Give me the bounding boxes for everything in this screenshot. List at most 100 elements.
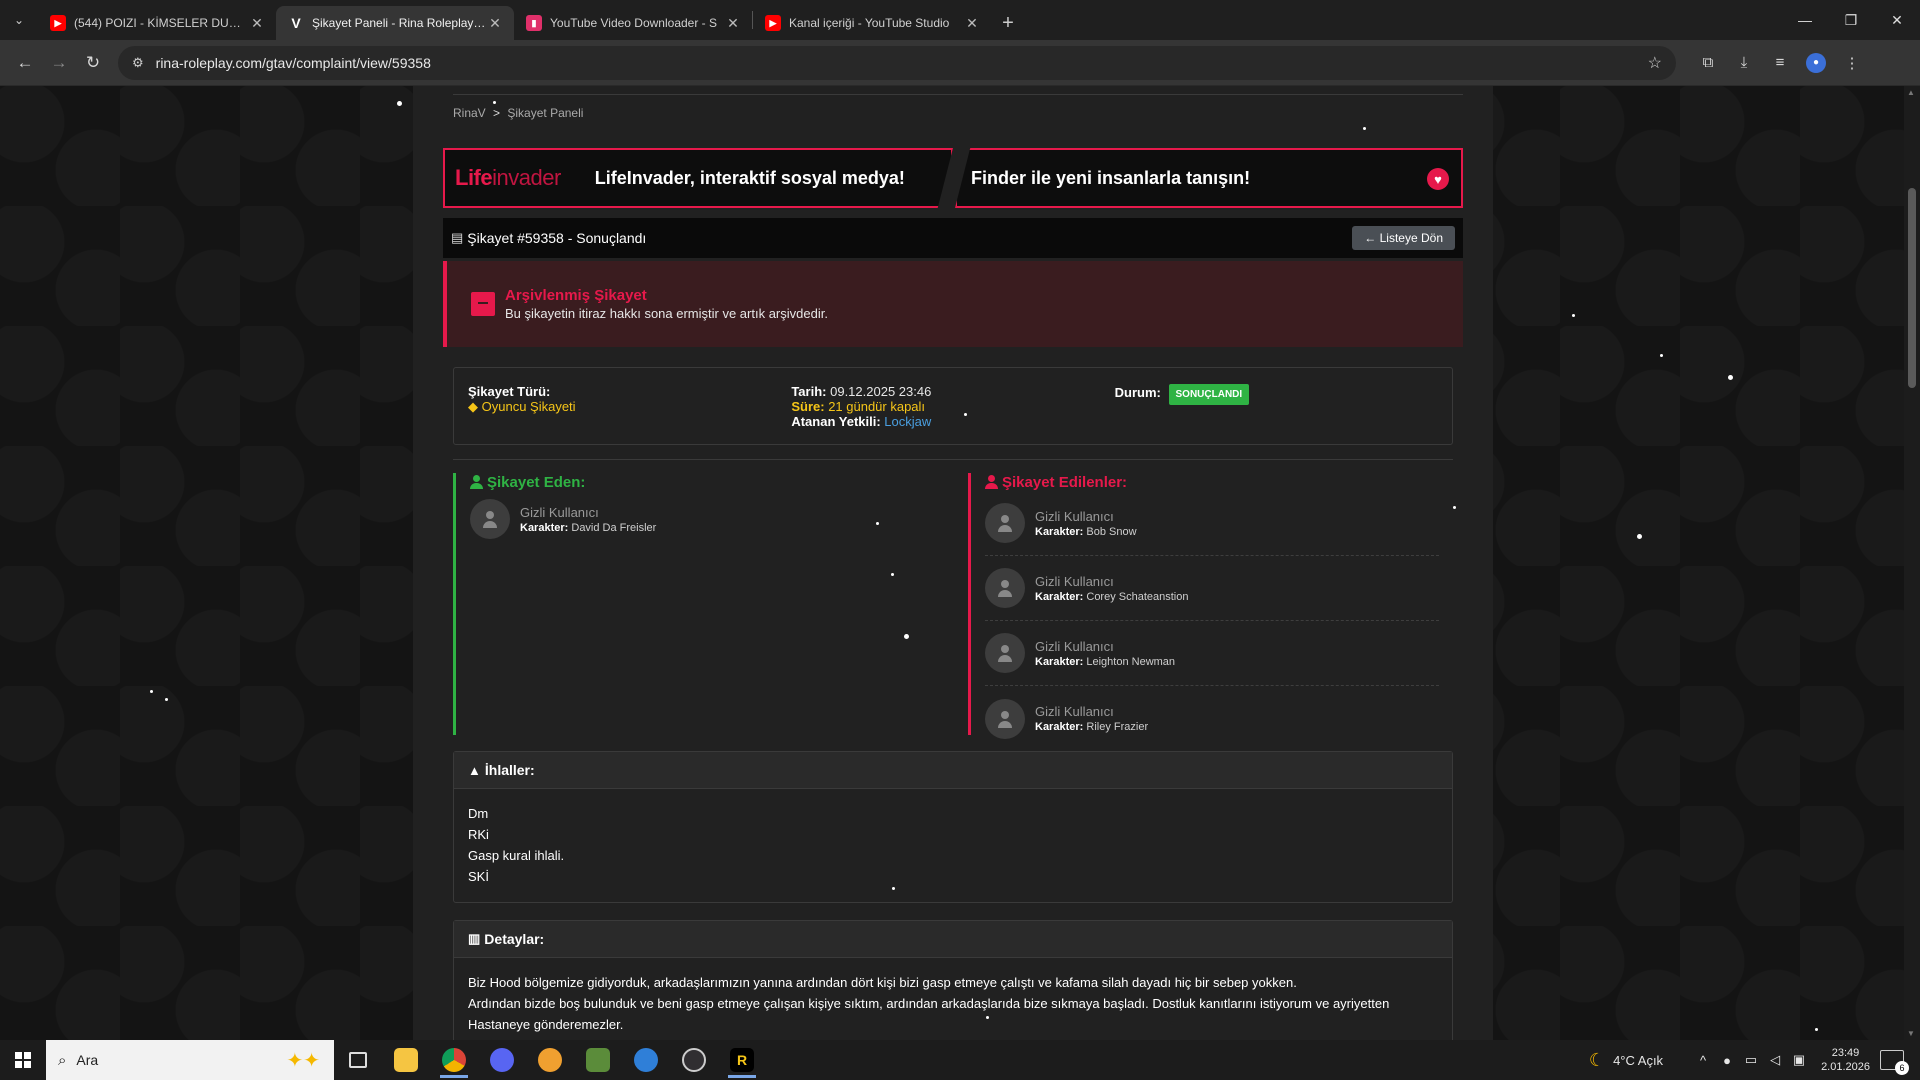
details-text: Biz Hood bölgemize gidiyorduk, arkadaşla… — [454, 958, 1452, 1040]
chat-app-icon[interactable] — [526, 1040, 574, 1080]
lifeinvader-ad-banner[interactable]: Lifeinvader LifeInvader, interaktif sosy… — [443, 148, 1463, 208]
banner-right[interactable]: Finder ile yeni insanlarla tanışın! ♥ — [955, 148, 1463, 208]
user-name: Gizli Kullanıcı — [520, 504, 599, 520]
obs-icon[interactable] — [670, 1040, 718, 1080]
user-name: Gizli Kullanıcı — [1035, 704, 1114, 719]
accused-heading: Şikayet Edilenler: — [985, 473, 1439, 491]
user-icon — [470, 475, 483, 489]
back-arrow-icon[interactable]: ← — [8, 46, 42, 80]
character-name: David Da Freisler — [571, 521, 657, 534]
user-x-icon — [985, 475, 998, 489]
download-icon[interactable]: ⤓ — [1726, 46, 1762, 80]
weather-widget[interactable]: ☾ 4°C Açık — [1589, 1050, 1663, 1071]
network-icon[interactable]: ▭ — [1739, 1052, 1763, 1068]
assigned-staff-link[interactable]: Lockjaw — [884, 414, 931, 429]
tab-title: Kanal içeriği - YouTube Studio — [789, 16, 950, 30]
menu-kebab-icon[interactable]: ⋮ — [1834, 46, 1870, 80]
close-tab-icon[interactable]: ✕ — [724, 15, 742, 32]
clock-date: 2.01.2026 — [1821, 1061, 1870, 1073]
scrollbar-thumb[interactable] — [1908, 188, 1916, 388]
media-control-icon[interactable]: ≡ — [1762, 46, 1798, 80]
rockstar-launcher-icon[interactable]: R — [718, 1040, 766, 1080]
url-text[interactable]: rina-roleplay.com/gtav/complaint/view/59… — [156, 55, 1648, 71]
date-label: Tarih: — [791, 384, 827, 399]
task-view-icon[interactable] — [334, 1040, 382, 1080]
snowflake-decoration — [1453, 506, 1456, 509]
user-name: Gizli Kullanıcı — [1035, 638, 1114, 654]
warning-icon: ▲ — [468, 762, 481, 778]
snowflake-decoration — [493, 101, 496, 104]
back-to-list-button[interactable]: ← Listeye Dön — [1352, 226, 1455, 250]
new-tab-plus-icon[interactable]: + — [991, 6, 1025, 40]
violation-item: SKİ — [468, 869, 489, 884]
launcher-icon[interactable] — [622, 1040, 670, 1080]
page-scrollbar[interactable]: ▲ ▼ — [1904, 86, 1920, 1040]
reload-icon[interactable]: ↻ — [76, 46, 110, 80]
character-name: Corey Schateanstion — [1086, 590, 1189, 603]
type-label: Şikayet Türü: — [468, 384, 551, 399]
scroll-down-icon[interactable]: ▼ — [1907, 1029, 1915, 1038]
sparkle-icon: ✦✦ — [286, 1050, 320, 1072]
browser-tab-2[interactable]: V Şikayet Paneli - Rina Roleplay G ✕ — [276, 6, 514, 40]
complainant-user: Gizli Kullanıcı Karakter: David Da Freis… — [470, 491, 939, 547]
snowflake-decoration — [1572, 314, 1575, 317]
bookmark-star-icon[interactable]: ☆ — [1648, 53, 1662, 73]
tab-title: YouTube Video Downloader - S — [550, 16, 718, 30]
complainant-section: Şikayet Eden: Gizli Kullanıcı Karakter: … — [453, 473, 953, 735]
banner-text-left: LifeInvader, interaktif sosyal medya! — [594, 167, 905, 188]
scroll-up-icon[interactable]: ▲ — [1907, 88, 1915, 97]
character-name: Riley Frazier — [1086, 721, 1149, 733]
breadcrumb-root-link[interactable]: RinaV — [453, 106, 486, 120]
close-window-icon[interactable]: ✕ — [1874, 0, 1920, 40]
breadcrumb-current[interactable]: Şikayet Paneli — [507, 106, 583, 120]
close-tab-icon[interactable]: ✕ — [963, 15, 981, 32]
violation-item: RKi — [468, 827, 489, 842]
details-heading: ▥ Detaylar: — [454, 921, 1452, 958]
tab-title: (544) POIZI - KİMSELER DUYMA — [74, 16, 248, 30]
clock[interactable]: 23:49 2.01.2026 — [1821, 1046, 1870, 1074]
browser-tab-3[interactable]: ▮ YouTube Video Downloader - S ✕ — [514, 6, 752, 40]
user-name: Gizli Kullanıcı — [1035, 573, 1114, 589]
user-name: Gizli Kullanıcı — [1035, 508, 1114, 524]
youtube-icon: ▶ — [50, 15, 66, 31]
forward-arrow-icon[interactable]: → — [42, 46, 76, 80]
archived-alert: Arşivlenmiş Şikayet Bu şikayetin itiraz … — [443, 261, 1463, 347]
avatar — [985, 568, 1025, 608]
minecraft-icon[interactable] — [574, 1040, 622, 1080]
close-tab-icon[interactable]: ✕ — [248, 15, 266, 32]
browser-toolbar: ← → ↻ ⚙ rina-roleplay.com/gtav/complaint… — [0, 40, 1920, 86]
site-settings-icon[interactable]: ⚙ — [132, 55, 144, 71]
accused-user: Gizli Kullanıcı Karakter: Corey Schatean… — [985, 556, 1439, 621]
browser-tab-strip: ⌄ ▶ (544) POIZI - KİMSELER DUYMA ✕ V Şik… — [0, 0, 1920, 40]
browser-tab-1[interactable]: ▶ (544) POIZI - KİMSELER DUYMA ✕ — [38, 6, 276, 40]
divider — [453, 94, 1463, 95]
display-icon[interactable]: ▣ — [1787, 1052, 1811, 1068]
complaint-title: Şikayet #59358 - Sonuçlandı — [467, 230, 647, 246]
tab-search-chevron-icon[interactable]: ⌄ — [0, 0, 38, 40]
tab-title: Şikayet Paneli - Rina Roleplay G — [312, 16, 486, 30]
start-button[interactable] — [0, 1040, 46, 1080]
character-name: Leighton Newman — [1086, 655, 1176, 668]
details-section: ▥ Detaylar: Biz Hood bölgemize gidiyordu… — [453, 920, 1453, 1040]
browser-tab-4[interactable]: ▶ Kanal içeriği - YouTube Studio ✕ — [753, 6, 991, 40]
close-tab-icon[interactable]: ✕ — [486, 15, 504, 32]
volume-icon[interactable]: ◁ — [1763, 1052, 1787, 1068]
info-date-column: Tarih: 09.12.2025 23:46 Süre: 21 gündür … — [791, 384, 1114, 429]
profile-avatar-icon[interactable]: ● — [1806, 52, 1826, 73]
chevron-up-icon[interactable]: ^ — [1691, 1053, 1715, 1068]
window-controls: — ❐ ✕ — [1782, 0, 1920, 40]
snowflake-decoration — [1728, 375, 1733, 380]
minimize-icon[interactable]: — — [1782, 0, 1828, 40]
discord-app-icon[interactable] — [478, 1040, 526, 1080]
breadcrumb-separator: > — [493, 106, 501, 120]
taskbar-search[interactable]: ⌕ Ara ✦✦ — [46, 1040, 334, 1080]
banner-text-right: Finder ile yeni insanlarla tanışın! — [971, 167, 1251, 188]
banner-left[interactable]: Lifeinvader LifeInvader, interaktif sosy… — [443, 148, 953, 208]
address-bar[interactable]: ⚙ rina-roleplay.com/gtav/complaint/view/… — [118, 45, 1676, 80]
microphone-icon[interactable]: ● — [1715, 1053, 1739, 1068]
notification-icon[interactable]: 6 — [1880, 1050, 1909, 1075]
file-explorer-icon[interactable] — [382, 1040, 430, 1080]
restore-icon[interactable]: ❐ — [1828, 0, 1874, 40]
chrome-icon[interactable] — [430, 1040, 478, 1080]
extensions-puzzle-icon[interactable]: ⧉ — [1690, 46, 1726, 80]
